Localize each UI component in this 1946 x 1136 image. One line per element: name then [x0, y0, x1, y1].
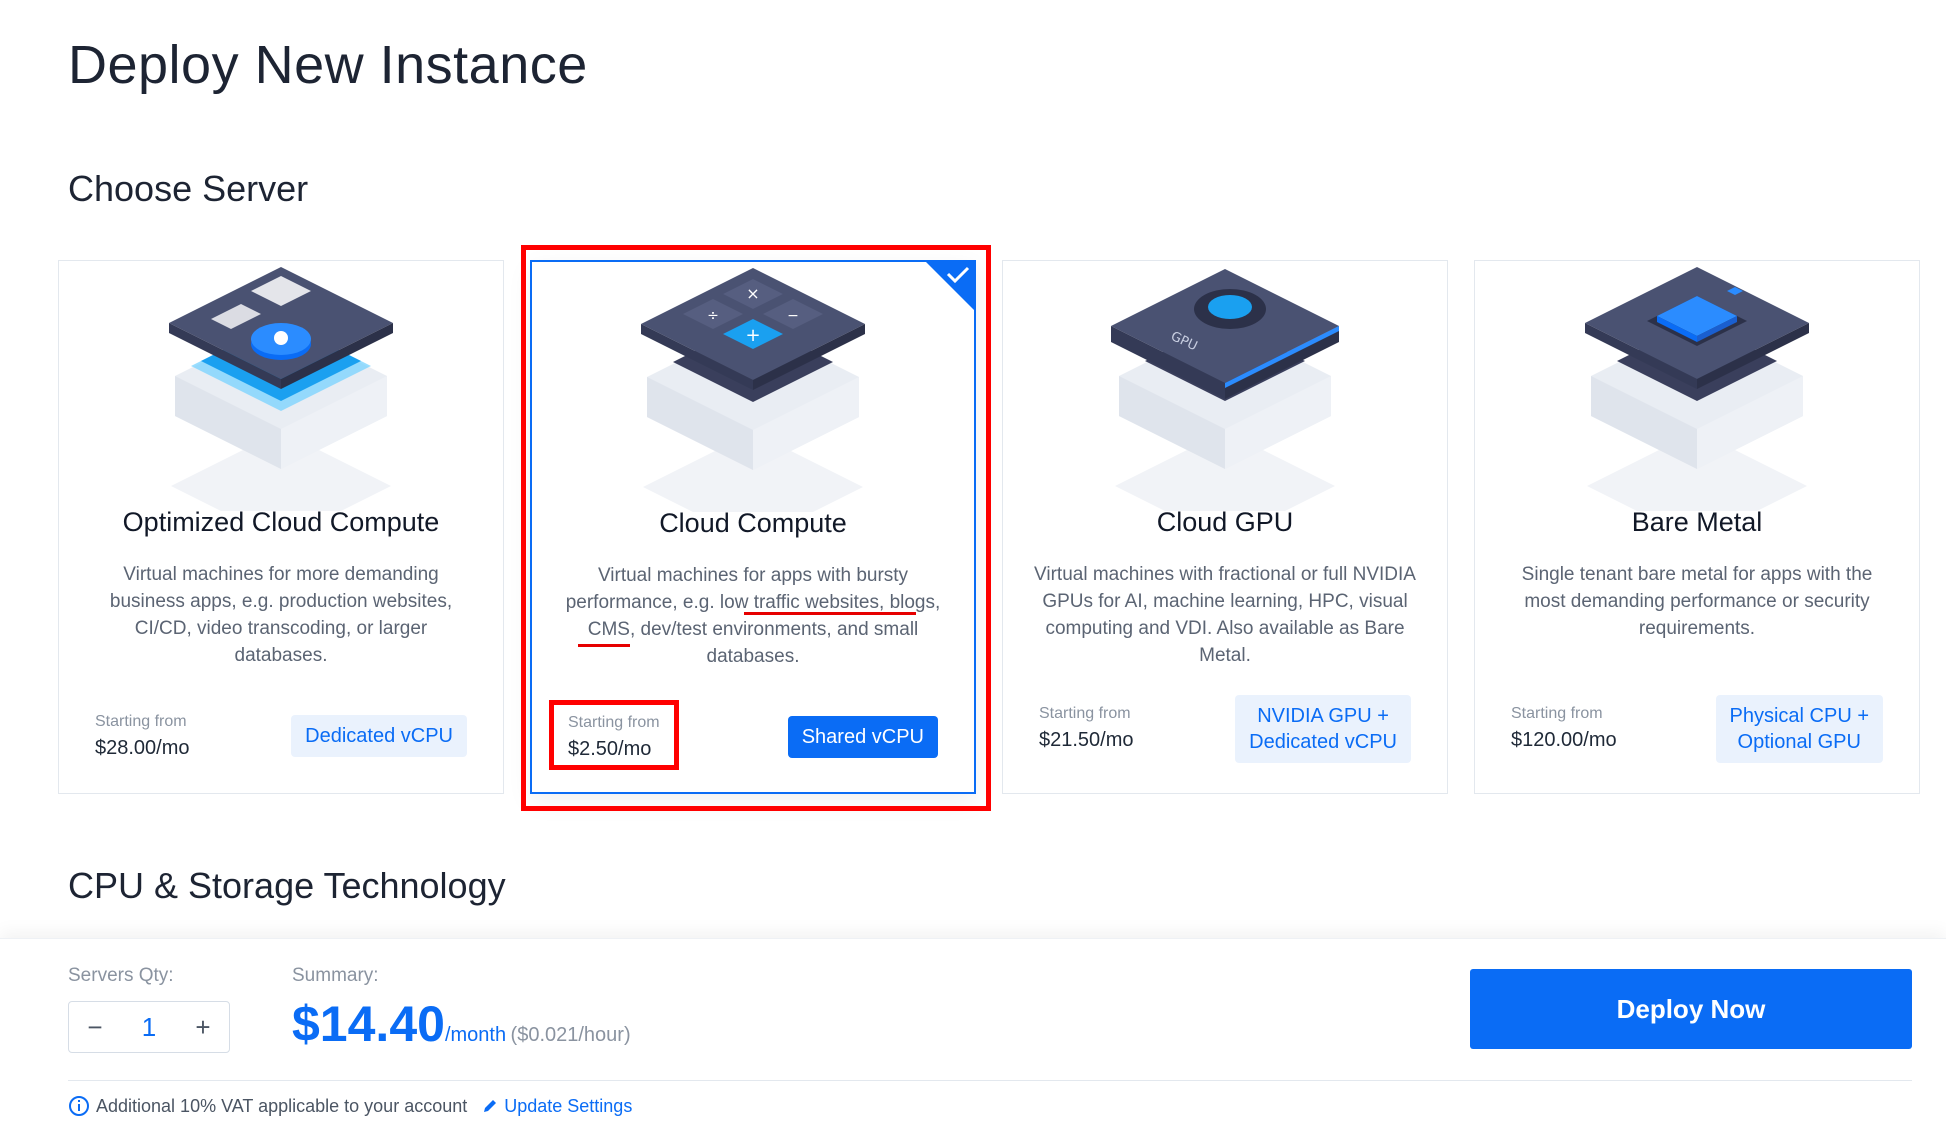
- vat-notice: Additional 10% VAT applicable to your ac…: [68, 1095, 632, 1117]
- price: $2.50/mo: [568, 738, 652, 760]
- summary-price: $14.40/month ($0.021/hour): [292, 995, 631, 1053]
- deploy-now-button[interactable]: Deploy Now: [1470, 969, 1912, 1049]
- card-cloud-gpu[interactable]: GPU Cloud GPU Virtual machines with frac…: [1002, 260, 1448, 794]
- price: $28.00/mo: [95, 737, 190, 759]
- qty-increment-button[interactable]: +: [177, 1012, 229, 1043]
- price: $120.00/mo: [1511, 729, 1617, 751]
- price-label: Starting from: [95, 713, 187, 730]
- card-description: Virtual machines for more demanding busi…: [109, 564, 453, 666]
- card-title: Bare Metal: [1631, 507, 1763, 537]
- card-title: Cloud GPU: [1156, 507, 1294, 537]
- card-description: Virtual machines with fractional or full…: [1034, 564, 1416, 666]
- page-title: Deploy New Instance: [68, 35, 588, 95]
- summary-monthly-price: $14.40: [292, 996, 445, 1052]
- section-title-cpu-storage: CPU & Storage Technology: [68, 865, 506, 906]
- card-description: Virtual machines for apps with bursty pe…: [565, 565, 941, 667]
- price-label: Starting from: [568, 714, 660, 731]
- update-settings-link[interactable]: Update Settings: [481, 1096, 632, 1117]
- servers-qty-stepper: − 1 +: [68, 1001, 230, 1053]
- footer-divider: [68, 1080, 1912, 1081]
- servers-qty-label: Servers Qty:: [68, 965, 174, 986]
- svg-text:+: +: [745, 325, 760, 346]
- deploy-footer: Servers Qty: − 1 + Summary: $14.40/month…: [0, 938, 1946, 1136]
- price-label: Starting from: [1511, 705, 1603, 722]
- cloud-compute-illustration: × ÷ − +: [641, 268, 865, 512]
- info-icon: [69, 1096, 89, 1116]
- server-type-cards: Optimized Cloud Compute Virtual machines…: [58, 260, 1924, 796]
- qty-decrement-button[interactable]: −: [69, 1012, 121, 1043]
- cloud-gpu-illustration: GPU: [1111, 269, 1339, 511]
- card-cloud-compute[interactable]: × ÷ − + Cloud Compute Virtual machines f…: [530, 260, 976, 794]
- vat-text: Additional 10% VAT applicable to your ac…: [96, 1095, 468, 1116]
- svg-text:÷: ÷: [707, 308, 719, 324]
- selected-check-icon: [924, 260, 976, 312]
- hourly-price: ($0.021/hour): [510, 1024, 631, 1046]
- pencil-icon: [484, 1100, 497, 1112]
- cpu-type-badge: NVIDIA GPU + Dedicated vCPU: [1235, 695, 1411, 763]
- per-month-label: /month: [444, 1024, 507, 1046]
- card-optimized-cloud-compute[interactable]: Optimized Cloud Compute Virtual machines…: [58, 260, 504, 794]
- cpu-type-badge: Dedicated vCPU: [291, 715, 467, 757]
- card-title: Cloud Compute: [659, 508, 847, 538]
- cpu-type-badge: Shared vCPU: [787, 716, 938, 758]
- card-description: Single tenant bare metal for apps with t…: [1521, 564, 1873, 639]
- card-title: Optimized Cloud Compute: [122, 507, 440, 537]
- cpu-type-badge: Physical CPU + Optional GPU: [1715, 695, 1883, 763]
- summary-label: Summary:: [292, 965, 379, 986]
- annotation-underline-blogs: [578, 644, 630, 647]
- svg-text:−: −: [787, 308, 799, 324]
- optimized-compute-illustration: [169, 267, 393, 511]
- bare-metal-illustration: [1585, 267, 1809, 511]
- svg-text:×: ×: [746, 284, 759, 303]
- price-label: Starting from: [1039, 705, 1131, 722]
- qty-value[interactable]: 1: [121, 1012, 177, 1043]
- annotation-underline-websites: [744, 612, 916, 615]
- card-bare-metal[interactable]: Bare Metal Single tenant bare metal for …: [1474, 260, 1920, 794]
- section-title-choose-server: Choose Server: [68, 168, 309, 209]
- price: $21.50/mo: [1039, 729, 1134, 751]
